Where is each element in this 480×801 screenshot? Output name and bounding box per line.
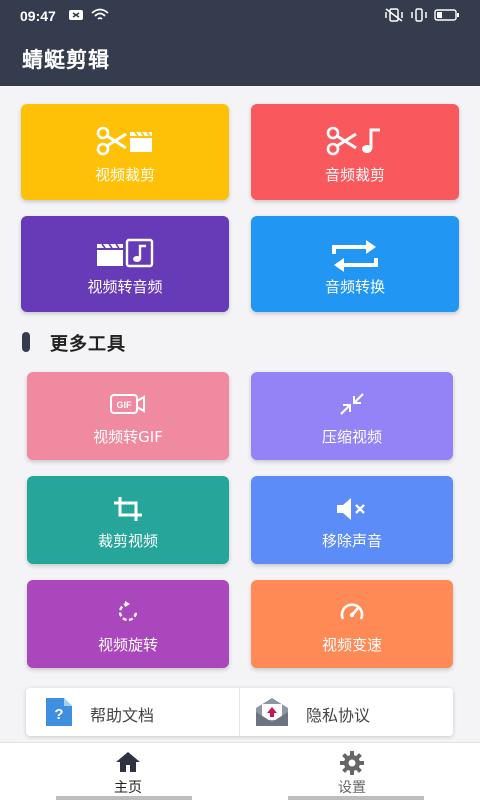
scissors-clapper-icon — [96, 126, 152, 156]
wifi-icon — [91, 8, 109, 20]
compress-video-button[interactable]: 压缩视频 — [251, 372, 453, 460]
audio-convert-button[interactable]: 音频转换 — [251, 216, 459, 312]
home-icon — [116, 752, 140, 772]
crop-video-button[interactable]: 裁剪视频 — [27, 476, 229, 564]
video-speed-button[interactable]: 视频变速 — [251, 580, 453, 668]
video-trim-label: 视频裁剪 — [94, 166, 155, 184]
audio-convert-label: 音频转换 — [324, 278, 385, 296]
compress-arrows-icon — [340, 393, 364, 415]
privacy-policy-button[interactable]: 隐私协议 — [240, 688, 453, 736]
video-speed-label: 视频变速 — [321, 636, 382, 654]
privacy-policy-label: 隐私协议 — [306, 706, 371, 725]
bottom-navigation: 主页 设置 — [0, 742, 480, 801]
remove-sound-button[interactable]: 移除声音 — [251, 476, 453, 564]
app-title: 蜻蜓剪辑 — [22, 48, 110, 72]
help-docs-button[interactable]: ? 帮助文档 — [26, 688, 239, 736]
svg-text:GIF: GIF — [117, 400, 133, 410]
crop-icon — [114, 497, 142, 521]
speedometer-icon — [340, 603, 364, 620]
remove-sound-label: 移除声音 — [321, 532, 382, 550]
nav-home-label: 主页 — [114, 780, 142, 796]
video-to-gif-label: 视频转GIF — [93, 428, 163, 446]
mute-speaker-icon — [337, 498, 365, 520]
notification-icon — [69, 10, 83, 20]
section-marker — [22, 332, 30, 352]
gear-icon — [340, 751, 364, 775]
help-panel: ? 帮助文档 隐私协议 — [26, 688, 453, 736]
battery-icon — [434, 9, 459, 21]
help-docs-label: 帮助文档 — [90, 706, 155, 725]
rotate-video-label: 视频旋转 — [97, 636, 158, 654]
status-bar: 09:47 — [0, 0, 480, 32]
help-document-icon: ? — [46, 698, 72, 726]
video-to-audio-button[interactable]: 视频转音频 — [21, 216, 229, 312]
rotate-video-button[interactable]: 视频旋转 — [27, 580, 229, 668]
repeat-arrows-icon — [332, 240, 378, 272]
scissors-music-note-icon — [326, 126, 380, 156]
audio-trim-label: 音频裁剪 — [324, 166, 385, 184]
vibrate-icon — [411, 8, 427, 22]
privacy-envelope-icon — [256, 698, 288, 726]
nav-settings-label: 设置 — [338, 780, 366, 796]
svg-text:?: ? — [54, 706, 63, 723]
rotate-icon — [118, 601, 138, 622]
video-trim-button[interactable]: 视频裁剪 — [21, 104, 229, 200]
app-bar: 蜻蜓剪辑 — [0, 32, 480, 86]
home-indicator-right — [288, 796, 424, 800]
section-title: 更多工具 — [50, 334, 126, 355]
clapper-to-music-icon — [97, 238, 154, 268]
vibrate-off-icon — [385, 8, 403, 22]
status-time: 09:47 — [20, 8, 56, 24]
crop-video-label: 裁剪视频 — [97, 532, 158, 550]
gif-camera-icon: GIF — [110, 394, 145, 414]
video-to-gif-button[interactable]: GIF 视频转GIF — [27, 372, 229, 460]
nav-settings[interactable]: 设置 — [232, 743, 472, 801]
compress-video-label: 压缩视频 — [321, 428, 382, 446]
nav-home[interactable]: 主页 — [8, 743, 248, 801]
audio-trim-button[interactable]: 音频裁剪 — [251, 104, 459, 200]
video-to-audio-label: 视频转音频 — [87, 278, 163, 296]
home-indicator-left — [56, 796, 192, 800]
